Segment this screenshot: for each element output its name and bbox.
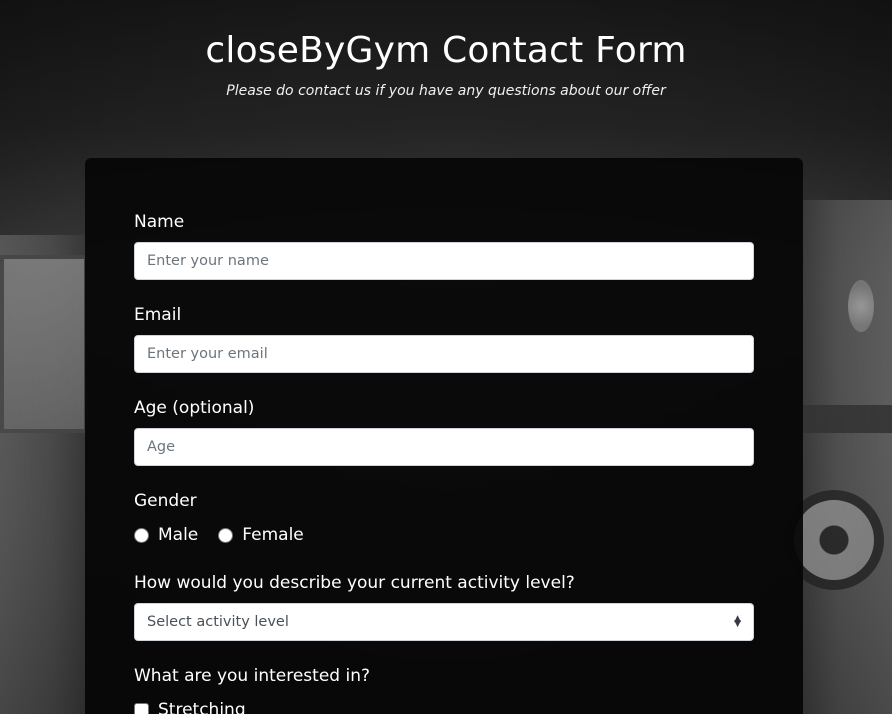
page-subtitle: Please do contact us if you have any que… — [226, 83, 666, 99]
female-radio-label: Female — [242, 525, 304, 545]
age-group: Age (optional) — [134, 398, 754, 466]
email-input[interactable] — [134, 335, 754, 373]
name-group: Name — [134, 212, 754, 280]
activity-group: How would you describe your current acti… — [134, 573, 754, 641]
activity-select-value: Select activity level — [147, 614, 289, 630]
email-label: Email — [134, 305, 182, 325]
gender-label: Gender — [134, 491, 197, 511]
age-label: Age (optional) — [134, 398, 255, 418]
gender-radio-group: Male Female — [134, 525, 324, 545]
contact-form-card: Name Email Age (optional) Gender Male Fe… — [85, 158, 803, 714]
age-input[interactable] — [134, 428, 754, 466]
page-header: closeByGym Contact Form Please do contac… — [0, 30, 892, 99]
email-group: Email — [134, 305, 754, 373]
page-title: closeByGym Contact Form — [205, 30, 687, 71]
gender-option-female[interactable]: Female — [218, 525, 304, 545]
activity-label: How would you describe your current acti… — [134, 573, 575, 593]
gender-option-male[interactable]: Male — [134, 525, 198, 545]
stretching-checkbox[interactable] — [134, 702, 149, 714]
gender-group: Gender Male Female — [134, 491, 324, 545]
interests-label: What are you interested in? — [134, 666, 370, 686]
interest-option-stretching[interactable]: Stretching — [134, 700, 370, 714]
female-radio[interactable] — [218, 527, 234, 543]
male-radio[interactable] — [134, 527, 149, 543]
stretching-checkbox-label: Stretching — [158, 700, 246, 714]
name-label: Name — [134, 212, 185, 232]
male-radio-label: Male — [158, 525, 199, 545]
interests-group: What are you interested in? Stretching — [134, 666, 370, 714]
name-input[interactable] — [134, 242, 754, 280]
select-arrows-icon: ▲ ▼ — [734, 614, 741, 629]
activity-level-select[interactable]: Select activity level ▲ ▼ — [134, 603, 754, 641]
